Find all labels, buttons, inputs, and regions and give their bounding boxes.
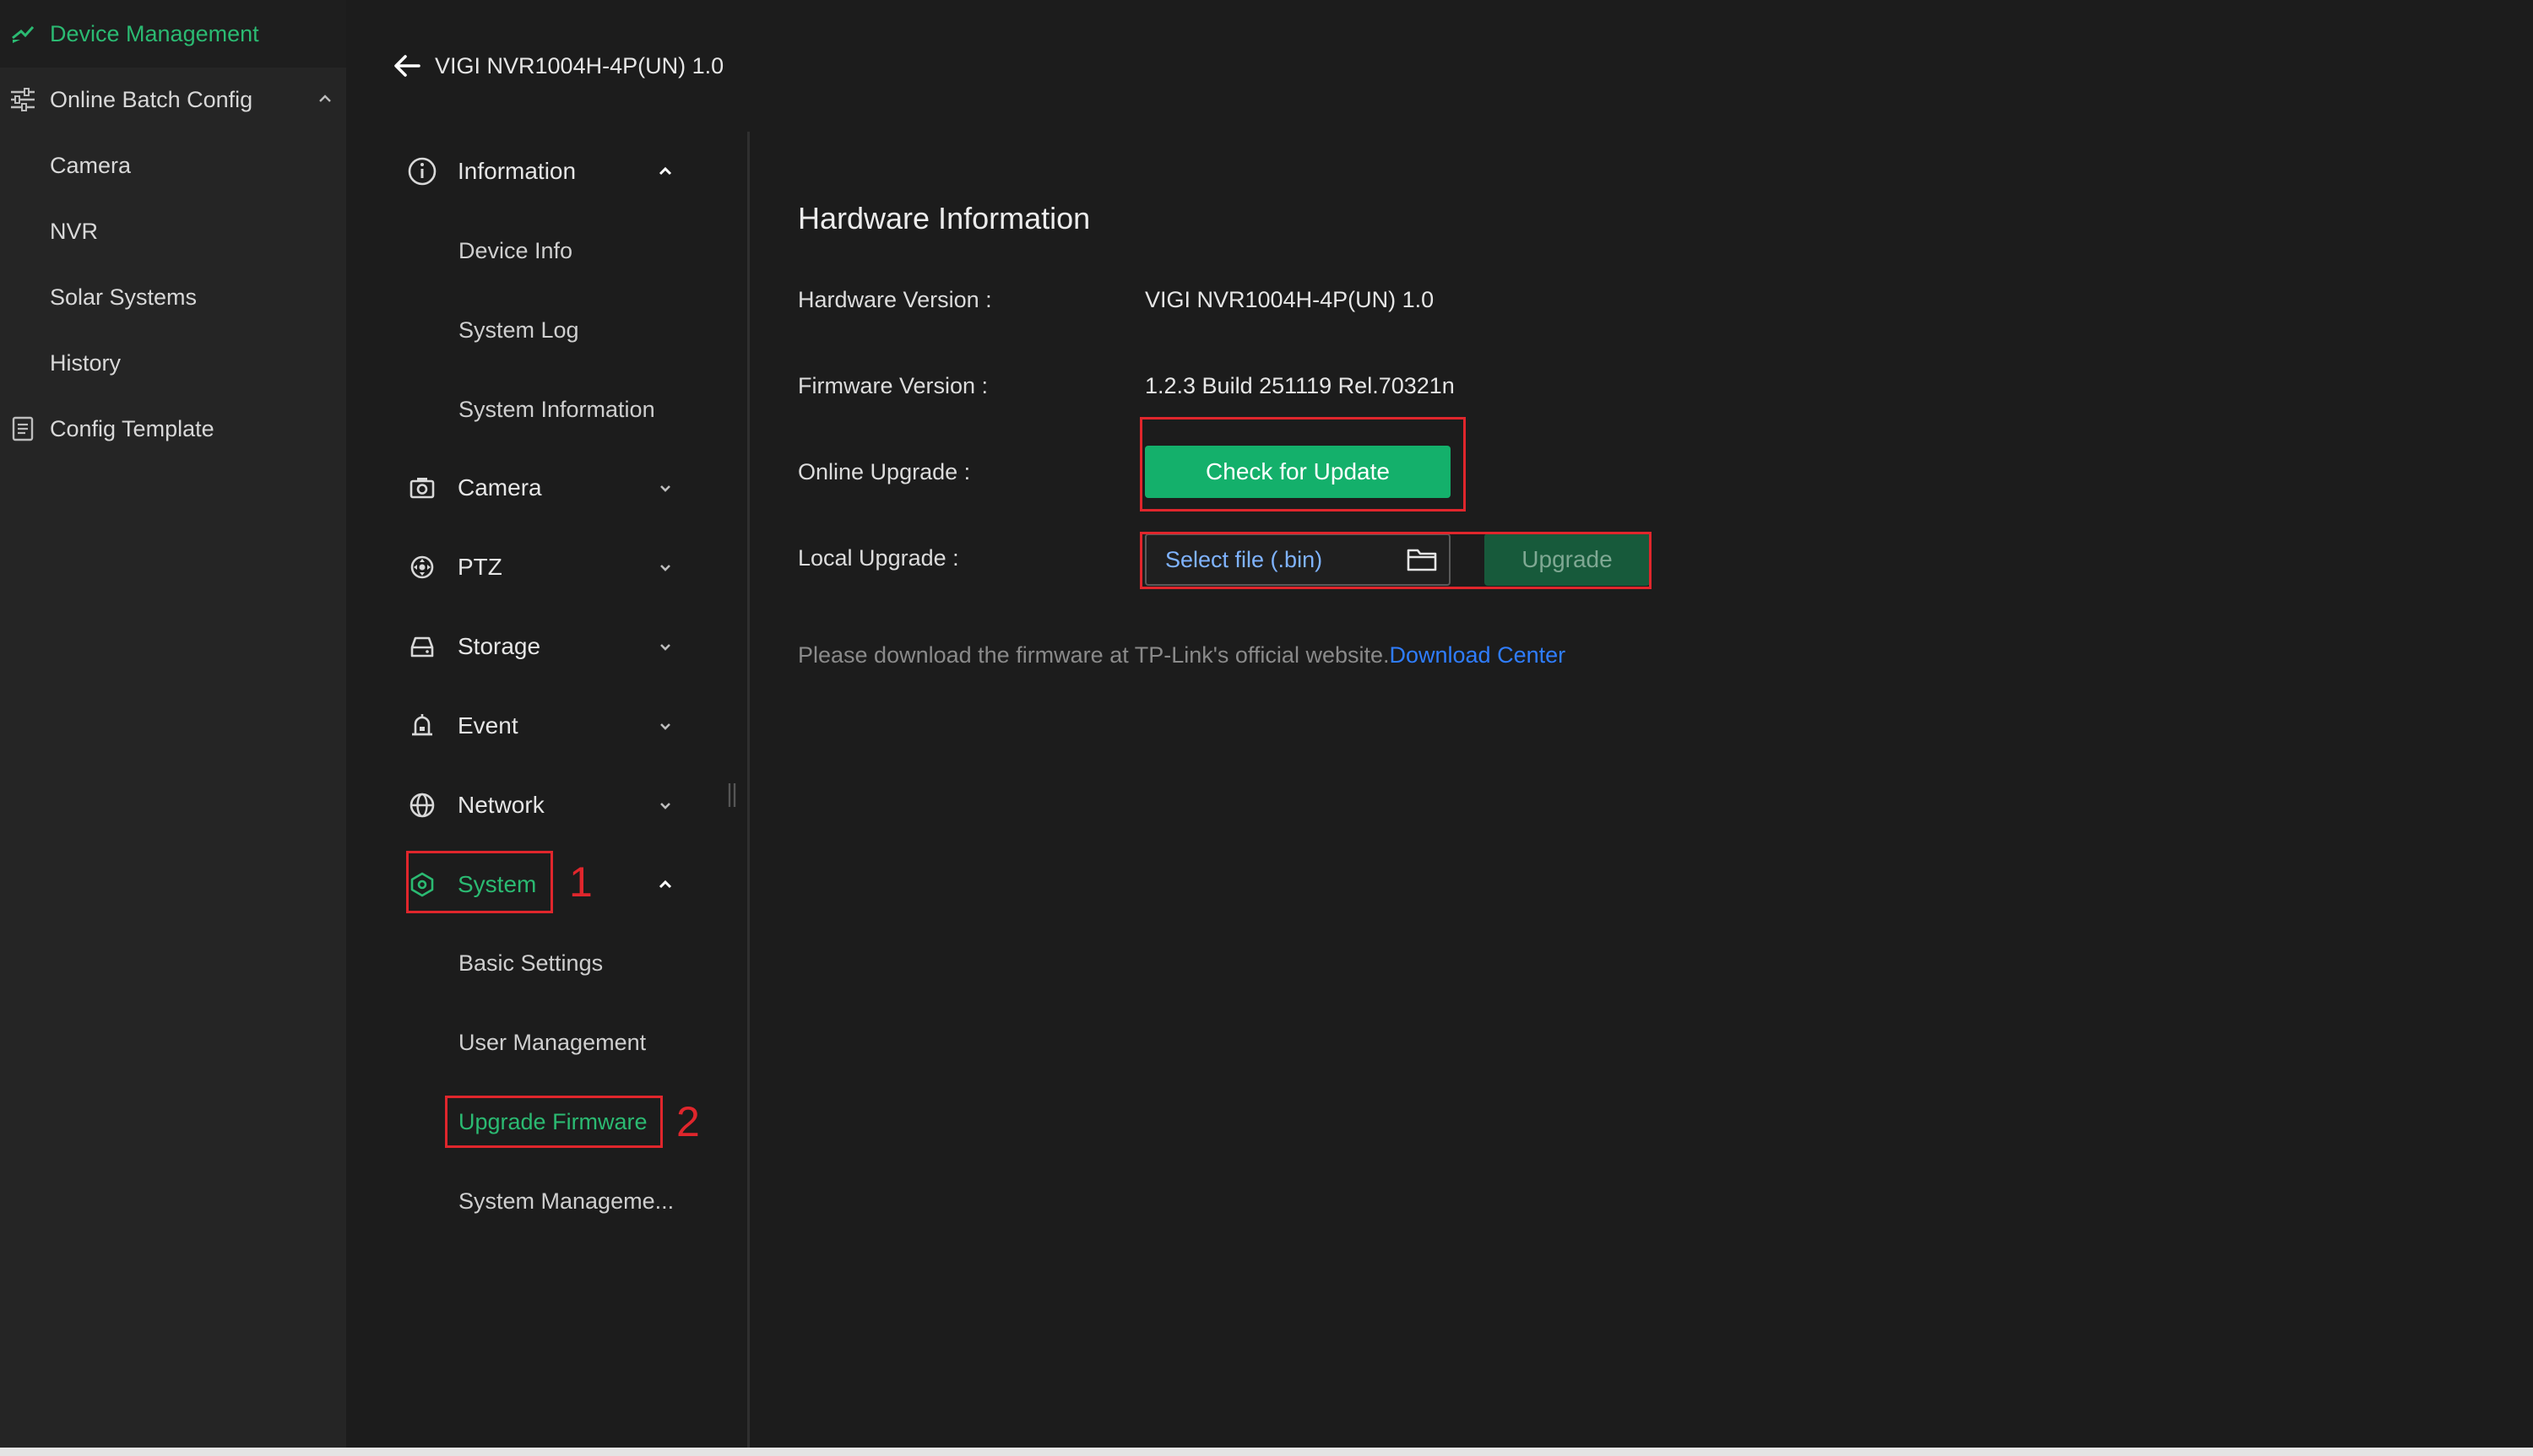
nav-basic-settings[interactable]: Basic Settings [458, 938, 603, 988]
back-arrow-icon[interactable] [390, 49, 424, 83]
hardware-version-value: VIGI NVR1004H-4P(UN) 1.0 [1145, 287, 1435, 312]
hardware-version-label: Hardware Version : [798, 287, 992, 312]
nav-label: Basic Settings [458, 950, 604, 976]
chevron-up-icon[interactable] [657, 876, 674, 893]
nav-label: Storage [458, 633, 541, 659]
sidebar-item-history[interactable]: History [0, 331, 346, 395]
page-title: VIGI NVR1004H-4P(UN) 1.0 [435, 53, 724, 78]
upgrade-button[interactable]: Upgrade [1484, 533, 1650, 586]
firmware-version-label: Firmware Version : [798, 373, 989, 398]
folder-icon[interactable] [1407, 545, 1437, 572]
ptz-icon [407, 552, 437, 582]
sidebar-item-solar-systems[interactable]: Solar Systems [0, 265, 346, 329]
online-upgrade-label: Online Upgrade : [798, 459, 971, 484]
nav-event[interactable]: Event [407, 701, 518, 751]
sidebar-item-config-template[interactable]: Config Template [0, 397, 346, 461]
sidebar-item-label: Config Template [50, 415, 214, 441]
nav-information[interactable]: Information [407, 146, 576, 197]
file-select-input[interactable] [1163, 545, 1395, 574]
chevron-down-icon[interactable] [657, 559, 674, 576]
download-note-text: Please download the firmware at TP-Link'… [798, 642, 1390, 668]
resize-handle-icon[interactable] [726, 783, 738, 807]
sliders-icon [8, 85, 37, 114]
sidebar-item-label: Online Batch Config [50, 86, 253, 112]
nav-label: System Information [458, 396, 655, 422]
firmware-version-value: 1.2.3 Build 251119 Rel.70321n [1145, 373, 1455, 398]
nav-network[interactable]: Network [407, 780, 545, 831]
sidebar: Device Management Online Batch Config Ca… [0, 0, 346, 1448]
nav-divider [747, 132, 750, 1448]
file-select-field[interactable] [1145, 533, 1451, 586]
camera-icon [407, 473, 437, 503]
nav-user-management[interactable]: User Management [458, 1017, 646, 1068]
nav-camera[interactable]: Camera [407, 463, 542, 513]
document-icon [8, 414, 37, 443]
chevron-down-icon[interactable] [657, 717, 674, 734]
chevron-down-icon[interactable] [657, 797, 674, 814]
globe-icon [407, 790, 437, 820]
download-note: Please download the firmware at TP-Link'… [798, 638, 1565, 672]
sidebar-item-online-batch-config[interactable]: Online Batch Config [0, 68, 346, 132]
nav-label: Network [458, 792, 545, 818]
download-center-link[interactable]: Download Center [1390, 642, 1566, 668]
nav-device-info[interactable]: Device Info [458, 225, 572, 276]
nav-system-information[interactable]: System Information [458, 384, 655, 435]
nav-ptz[interactable]: PTZ [407, 542, 502, 593]
sidebar-item-label: NVR [50, 218, 99, 244]
chevron-down-icon[interactable] [657, 479, 674, 496]
device-management-icon [8, 19, 37, 48]
chevron-up-icon[interactable] [657, 163, 674, 180]
sidebar-item-device-management[interactable]: Device Management [0, 2, 346, 66]
annotation-step-1: 1 [569, 858, 593, 906]
local-upgrade-label: Local Upgrade : [798, 545, 959, 571]
nav-label: System Log [458, 317, 579, 343]
bottom-strip [0, 1448, 2533, 1456]
nav-system-log[interactable]: System Log [458, 305, 579, 355]
sidebar-header-label: Device Management [50, 20, 259, 46]
sidebar-item-nvr[interactable]: NVR [0, 199, 346, 263]
sidebar-item-label: History [50, 349, 122, 376]
nav-upgrade-firmware[interactable]: Upgrade Firmware [458, 1096, 648, 1147]
content-title: Hardware Information [798, 201, 1091, 235]
nav-system[interactable]: System [407, 859, 536, 910]
annotation-step-2: 2 [676, 1098, 700, 1145]
nav-label: Upgrade Firmware [458, 1108, 648, 1134]
nav-label: Device Info [458, 237, 573, 263]
nav-system-management[interactable]: System Manageme... [458, 1176, 674, 1226]
sidebar-item-label: Solar Systems [50, 284, 198, 310]
sidebar-item-label: Camera [50, 152, 132, 178]
nav-label: Camera [458, 474, 542, 501]
nav-label: System Manageme... [458, 1188, 675, 1214]
nav-label: System [458, 871, 537, 897]
sidebar-item-camera[interactable]: Camera [0, 133, 346, 198]
chevron-down-icon[interactable] [657, 638, 674, 655]
alarm-bell-icon [407, 711, 437, 741]
check-for-update-button[interactable]: Check for Update [1145, 446, 1451, 498]
nav-label: Information [458, 158, 577, 184]
info-icon [407, 156, 437, 187]
system-cube-icon [407, 869, 437, 900]
nav-label: Event [458, 712, 518, 739]
nav-label: PTZ [458, 554, 502, 580]
nav-storage[interactable]: Storage [407, 621, 540, 672]
chevron-up-icon[interactable] [317, 91, 333, 106]
storage-icon [407, 631, 437, 662]
nav-label: User Management [458, 1029, 647, 1055]
